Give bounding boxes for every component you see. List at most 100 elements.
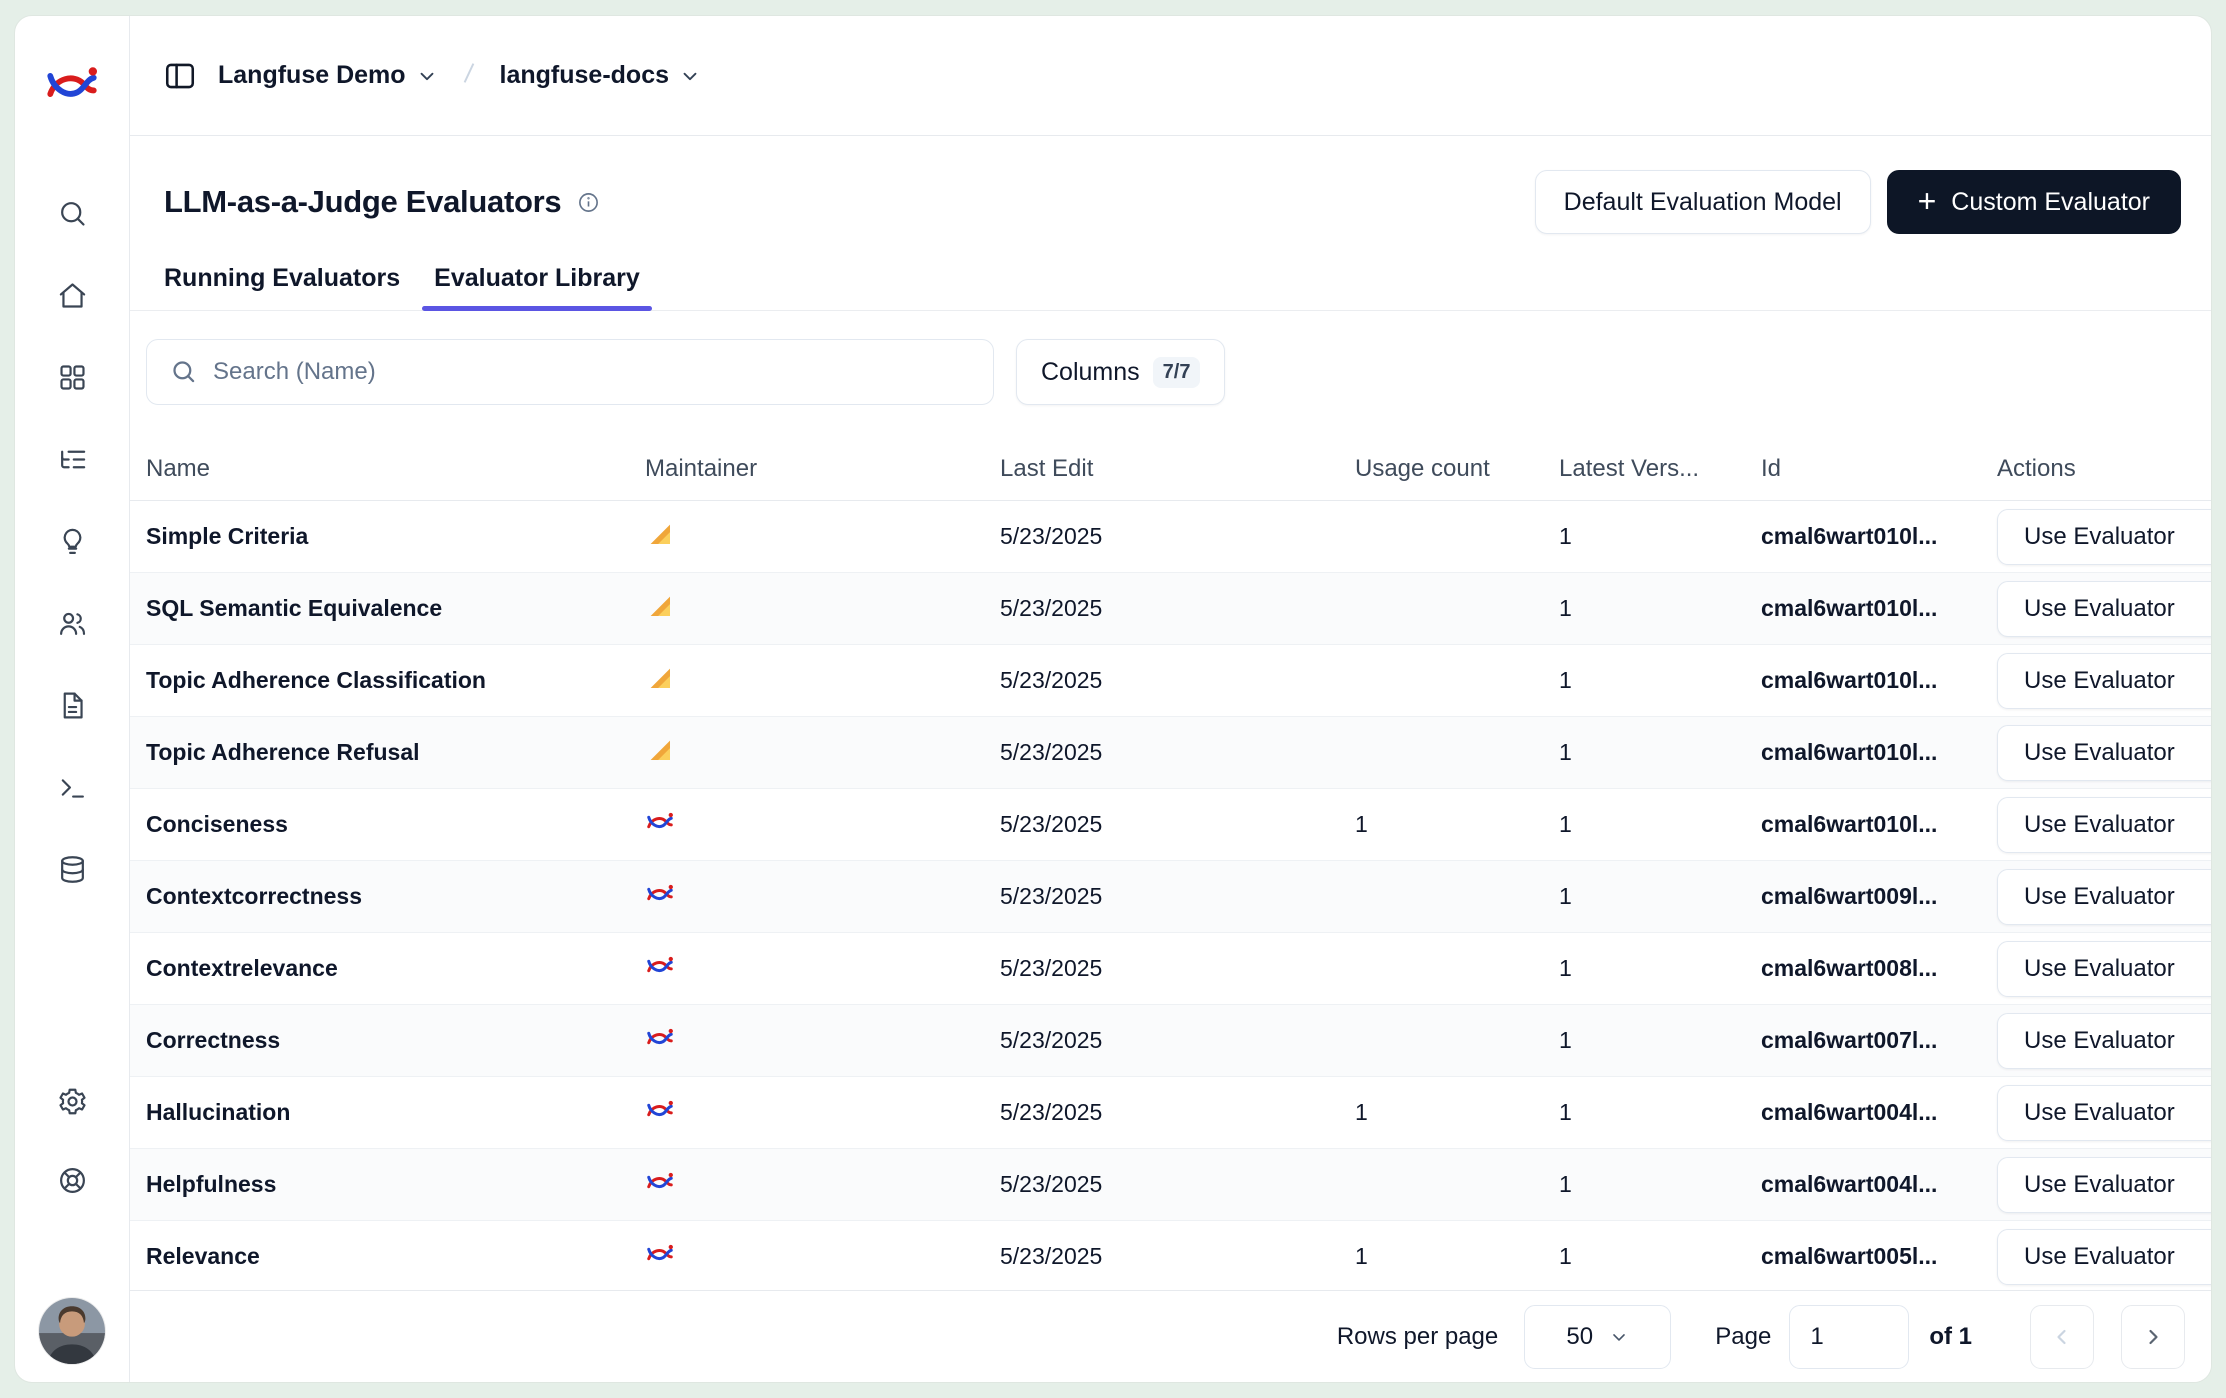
use-evaluator-button[interactable]: Use Evaluator bbox=[1997, 725, 2211, 781]
use-evaluator-button[interactable]: Use Evaluator bbox=[1997, 509, 2211, 565]
terminal-playground-icon[interactable] bbox=[55, 770, 89, 804]
organization-name: Langfuse Demo bbox=[218, 61, 406, 90]
sidebar-bottom bbox=[39, 1084, 105, 1364]
evaluator-id: cmal6wart007l... bbox=[1761, 1027, 1997, 1054]
actions-cell: Use Evaluator bbox=[1997, 1085, 2211, 1141]
last-edit-date: 5/23/2025 bbox=[1000, 595, 1355, 622]
previous-page-button[interactable] bbox=[2030, 1305, 2094, 1369]
use-evaluator-button[interactable]: Use Evaluator bbox=[1997, 1229, 2211, 1285]
table-toolbar: Columns 7/7 bbox=[130, 339, 2211, 405]
table-row[interactable]: Topic Adherence Refusal 5/23/2025 1 cmal… bbox=[130, 717, 2211, 789]
project-selector[interactable]: langfuse-docs bbox=[500, 61, 701, 90]
last-edit-date: 5/23/2025 bbox=[1000, 1027, 1355, 1054]
use-evaluator-button[interactable]: Use Evaluator bbox=[1997, 581, 2211, 637]
actions-cell: Use Evaluator bbox=[1997, 1229, 2211, 1285]
page-label: Page bbox=[1715, 1323, 1771, 1351]
lightbulb-icon[interactable] bbox=[55, 524, 89, 558]
usage-count: 1 bbox=[1355, 1243, 1559, 1270]
table-row[interactable]: Hallucination 5/23/2025 1 1 cmal6wart004… bbox=[130, 1077, 2211, 1149]
table-row[interactable]: Contextrelevance 5/23/2025 1 cmal6wart00… bbox=[130, 933, 2211, 1005]
tracing-tree-icon[interactable] bbox=[55, 442, 89, 476]
support-lifebuoy-icon[interactable] bbox=[55, 1163, 89, 1197]
ragas-icon bbox=[645, 591, 675, 621]
last-edit-date: 5/23/2025 bbox=[1000, 667, 1355, 694]
columns-button[interactable]: Columns 7/7 bbox=[1016, 339, 1225, 405]
header-name: Name bbox=[146, 455, 645, 483]
database-icon[interactable] bbox=[55, 852, 89, 886]
columns-count-badge: 7/7 bbox=[1153, 357, 1201, 388]
table-row[interactable]: Helpfulness 5/23/2025 1 cmal6wart004l... bbox=[130, 1149, 2211, 1221]
evaluators-table: Name Maintainer Last Edit Usage count La… bbox=[130, 437, 2211, 1290]
dashboard-grid-icon[interactable] bbox=[55, 360, 89, 394]
chevron-down-icon bbox=[679, 65, 701, 87]
evaluator-name: Contextcorrectness bbox=[146, 883, 645, 910]
table-row[interactable]: SQL Semantic Equivalence 5/23/2025 1 cma… bbox=[130, 573, 2211, 645]
use-evaluator-button[interactable]: Use Evaluator bbox=[1997, 869, 2211, 925]
table-row[interactable]: Conciseness 5/23/2025 1 1 cmal6wart010l.… bbox=[130, 789, 2211, 861]
evaluator-name: Helpfulness bbox=[146, 1171, 645, 1198]
ragas-icon bbox=[645, 519, 675, 549]
use-evaluator-button[interactable]: Use Evaluator bbox=[1997, 1157, 2211, 1213]
page-title: LLM-as-a-Judge Evaluators bbox=[164, 184, 561, 220]
usage-count: 1 bbox=[1355, 1099, 1559, 1126]
use-evaluator-button[interactable]: Use Evaluator bbox=[1997, 797, 2211, 853]
evaluator-id: cmal6wart009l... bbox=[1761, 883, 1997, 910]
organization-selector[interactable]: Langfuse Demo bbox=[218, 61, 438, 90]
header-last-edit: Last Edit bbox=[1000, 455, 1355, 483]
users-icon[interactable] bbox=[55, 606, 89, 640]
rows-per-page-label: Rows per page bbox=[1337, 1323, 1498, 1351]
rows-per-page-select[interactable]: 50 bbox=[1524, 1305, 1671, 1369]
ragas-icon bbox=[645, 735, 675, 765]
latest-version: 1 bbox=[1559, 1027, 1761, 1054]
search-icon[interactable] bbox=[55, 196, 89, 230]
latest-version: 1 bbox=[1559, 667, 1761, 694]
table-row[interactable]: Topic Adherence Classification 5/23/2025… bbox=[130, 645, 2211, 717]
user-avatar[interactable] bbox=[39, 1298, 105, 1364]
table-row[interactable]: Relevance 5/23/2025 1 1 cmal6wart005l... bbox=[130, 1221, 2211, 1290]
latest-version: 1 bbox=[1559, 811, 1761, 838]
table-row[interactable]: Contextcorrectness 5/23/2025 1 cmal6wart… bbox=[130, 861, 2211, 933]
home-icon[interactable] bbox=[55, 278, 89, 312]
tab-evaluator-library[interactable]: Evaluator Library bbox=[422, 264, 652, 310]
use-evaluator-button[interactable]: Use Evaluator bbox=[1997, 1013, 2211, 1069]
use-evaluator-button[interactable]: Use Evaluator bbox=[1997, 941, 2211, 997]
evaluator-id: cmal6wart004l... bbox=[1761, 1171, 1997, 1198]
evaluator-name: Topic Adherence Refusal bbox=[146, 739, 645, 766]
latest-version: 1 bbox=[1559, 739, 1761, 766]
maintainer-cell bbox=[645, 879, 1000, 915]
usage-count: 1 bbox=[1355, 811, 1559, 838]
chevron-down-icon bbox=[1609, 1327, 1629, 1347]
evaluation-file-icon[interactable] bbox=[55, 688, 89, 722]
sidebar-nav bbox=[55, 196, 89, 886]
app-window: Langfuse Demo langfuse-docs LLM-as-a-Jud… bbox=[14, 15, 2212, 1383]
table-row[interactable]: Simple Criteria 5/23/2025 1 cmal6wart010… bbox=[130, 501, 2211, 573]
use-evaluator-button[interactable]: Use Evaluator bbox=[1997, 1085, 2211, 1141]
evaluator-name: Hallucination bbox=[146, 1099, 645, 1126]
search-icon bbox=[170, 358, 197, 385]
use-evaluator-button[interactable]: Use Evaluator bbox=[1997, 653, 2211, 709]
next-page-button[interactable] bbox=[2121, 1305, 2185, 1369]
last-edit-date: 5/23/2025 bbox=[1000, 739, 1355, 766]
custom-evaluator-button[interactable]: + Custom Evaluator bbox=[1887, 170, 2181, 234]
page-actions: Default Evaluation Model + Custom Evalua… bbox=[1535, 170, 2181, 234]
default-evaluation-model-button[interactable]: Default Evaluation Model bbox=[1535, 170, 1871, 234]
search-input[interactable] bbox=[146, 339, 994, 405]
actions-cell: Use Evaluator bbox=[1997, 509, 2211, 565]
evaluator-id: cmal6wart008l... bbox=[1761, 955, 1997, 982]
tab-running-evaluators[interactable]: Running Evaluators bbox=[152, 264, 412, 310]
langfuse-logo-icon[interactable] bbox=[43, 56, 101, 114]
info-icon[interactable] bbox=[577, 191, 600, 214]
page-number-input[interactable] bbox=[1789, 1305, 1909, 1369]
actions-cell: Use Evaluator bbox=[1997, 581, 2211, 637]
last-edit-date: 5/23/2025 bbox=[1000, 1171, 1355, 1198]
header-actions: Actions bbox=[1997, 455, 2211, 483]
actions-cell: Use Evaluator bbox=[1997, 725, 2211, 781]
maintainer-cell bbox=[645, 663, 1000, 699]
settings-gear-icon[interactable] bbox=[55, 1084, 89, 1118]
maintainer-cell bbox=[645, 1239, 1000, 1275]
evaluator-id: cmal6wart010l... bbox=[1761, 595, 1997, 622]
table-row[interactable]: Correctness 5/23/2025 1 cmal6wart007l... bbox=[130, 1005, 2211, 1077]
sidebar-toggle-icon[interactable] bbox=[160, 56, 200, 96]
evaluator-id: cmal6wart010l... bbox=[1761, 811, 1997, 838]
evaluator-name: Topic Adherence Classification bbox=[146, 667, 645, 694]
